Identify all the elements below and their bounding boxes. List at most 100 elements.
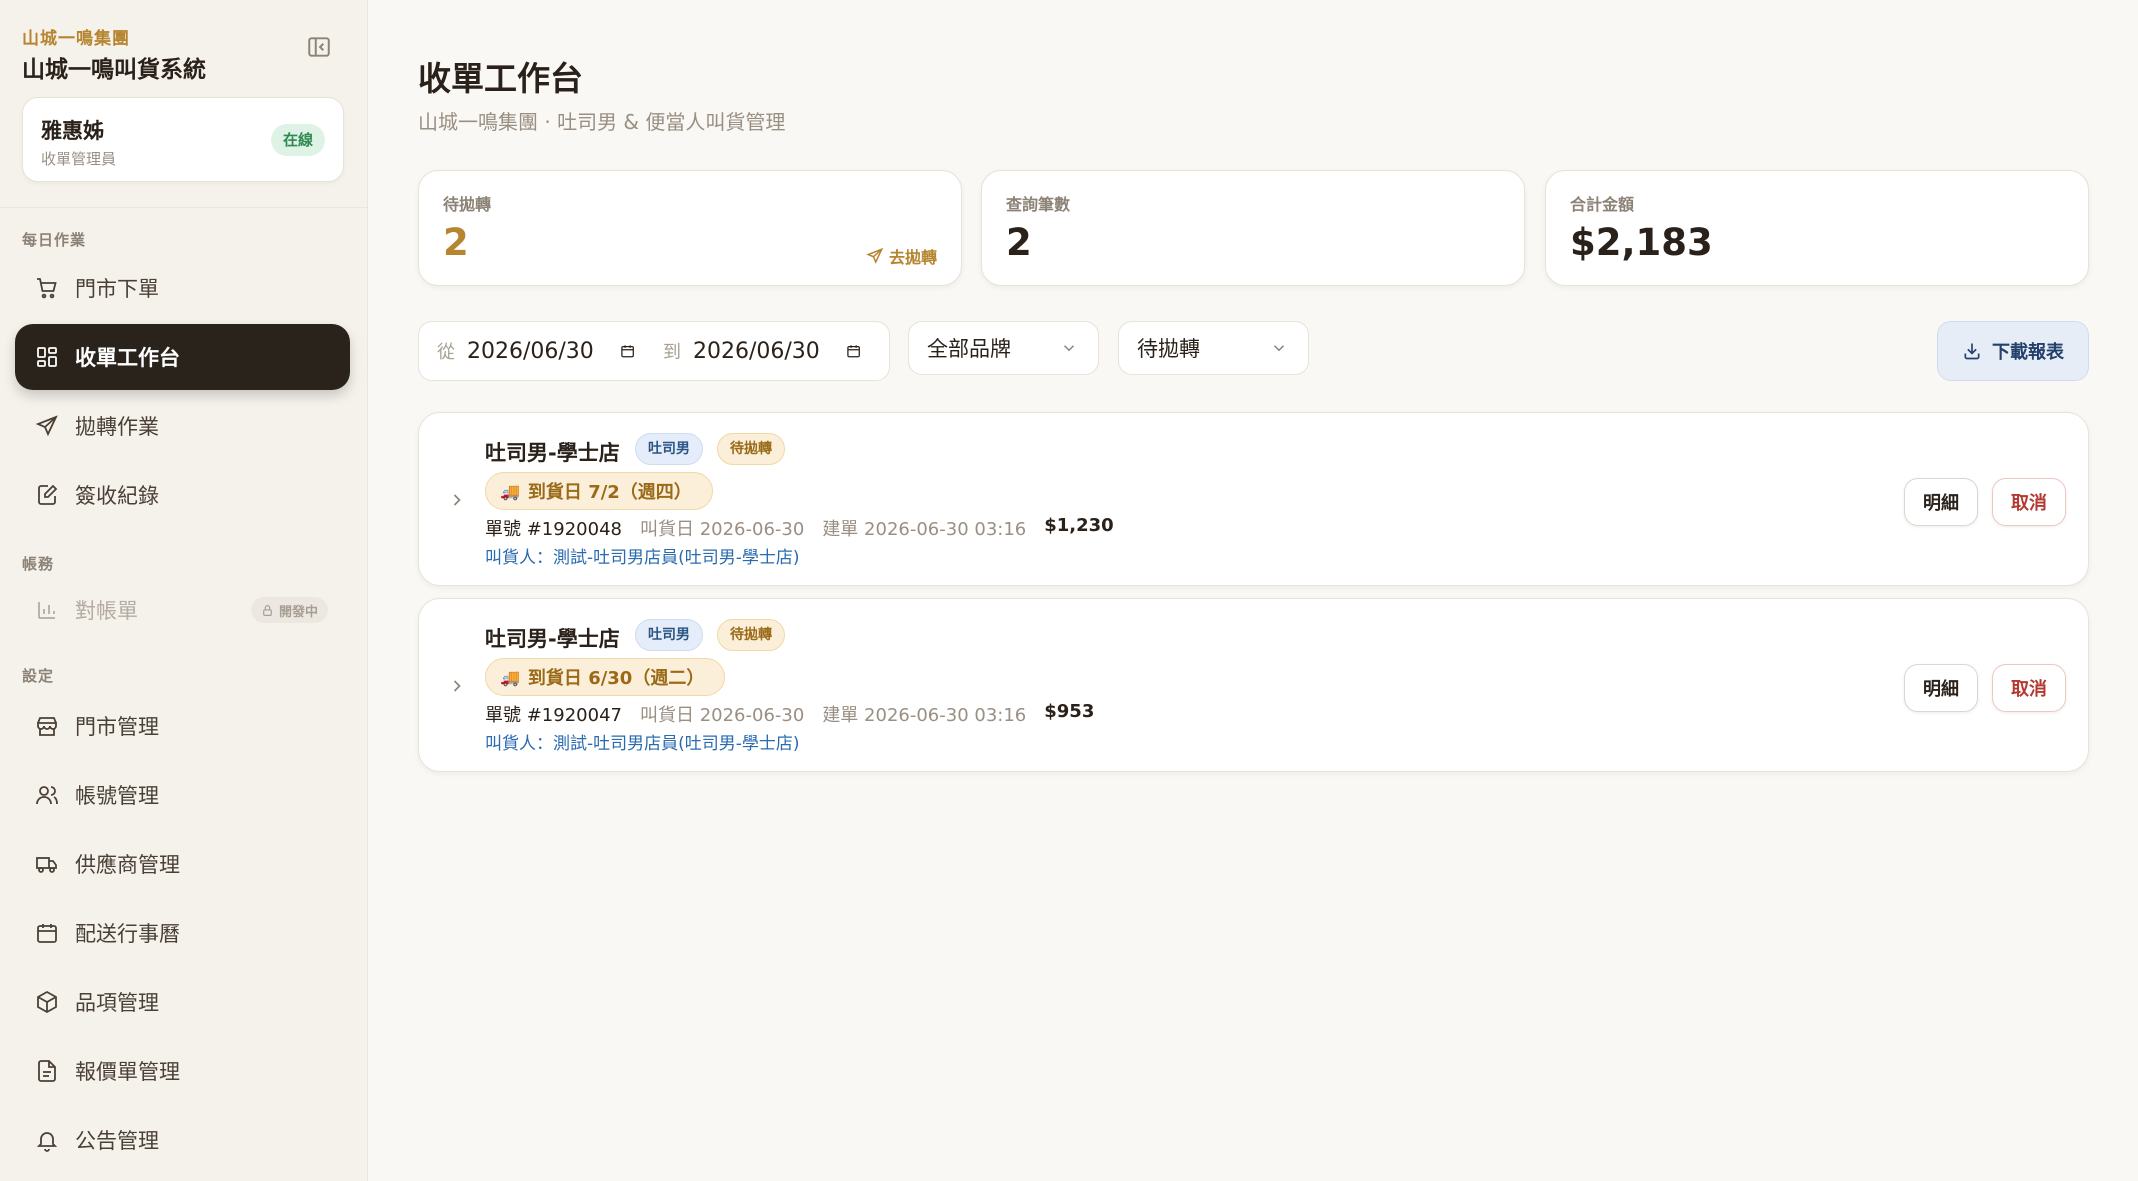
online-status-badge: 在線: [270, 124, 325, 156]
sidebar-item-store-management[interactable]: 門市管理: [15, 693, 350, 759]
order-card[interactable]: 吐司男-學士店 吐司男 待拋轉 🚚 到貨日 6/30（週二） 單號 #19200…: [418, 598, 2089, 772]
delivery-date-badge: 🚚 到貨日 7/2（週四）: [485, 472, 713, 510]
orderer-info: 叫貨人：測試-吐司男店員(吐司男-學士店): [485, 734, 800, 754]
to-label: 到: [663, 342, 681, 363]
stat-card-total-amount: 合計金額 $2,183: [1545, 170, 2089, 286]
status-tag: 待拋轉: [717, 619, 785, 651]
sidebar: 山城一鳴集團 山城一鳴叫貨系統 雅惠姊 收單管理員 在線 每日作業 門市下單 收…: [0, 0, 368, 1181]
lock-icon: [263, 604, 272, 616]
from-date-input[interactable]: 2026/06/30: [467, 339, 594, 364]
delivery-date-badge: 🚚 到貨日 6/30（週二）: [485, 658, 726, 696]
sidebar-item-product-management[interactable]: 品項管理: [15, 969, 350, 1035]
sidebar-item-label: 對帳單: [75, 599, 138, 623]
chevron-right-icon[interactable]: [447, 490, 467, 510]
in-development-badge: 開發中: [250, 597, 328, 623]
user-name: 雅惠姊: [41, 119, 104, 143]
to-date-input[interactable]: 2026/06/30: [693, 339, 820, 364]
order-store-name: 吐司男-學士店: [485, 627, 620, 651]
calendar-icon: [37, 924, 57, 943]
brand-tag: 吐司男: [635, 433, 703, 465]
chevron-down-icon: [1273, 345, 1285, 352]
order-date: 叫貨日 2026-06-30: [639, 519, 805, 540]
order-date: 叫貨日 2026-06-30: [639, 705, 805, 726]
sidebar-item-supplier-management[interactable]: 供應商管理: [15, 831, 350, 897]
go-transfer-label: 去拋轉: [888, 248, 937, 267]
detail-button[interactable]: 明細: [1904, 478, 1978, 526]
chevron-down-icon: [1063, 345, 1075, 352]
brand-tag: 吐司男: [635, 619, 703, 651]
store-icon: [37, 717, 57, 736]
download-label: 下載報表: [1992, 342, 2064, 363]
cancel-button[interactable]: 取消: [1992, 664, 2066, 712]
sidebar-item-label: 公告管理: [75, 1129, 159, 1153]
stat-card-query-count: 查詢筆數 2: [981, 170, 1525, 286]
sidebar-item-transfer[interactable]: 拋轉作業: [15, 393, 350, 459]
sidebar-item-delivery-calendar[interactable]: 配送行事曆: [15, 900, 350, 966]
sidebar-item-signoff-records[interactable]: 簽收紀錄: [15, 462, 350, 528]
stat-label: 合計金額: [1570, 195, 1635, 214]
from-label: 從: [437, 342, 455, 363]
calendar-icon[interactable]: [620, 340, 635, 362]
sidebar-item-statement: 對帳單 開發中: [15, 577, 350, 643]
users-icon: [36, 786, 58, 805]
send-icon: [35, 415, 58, 437]
created-time: 建單 2026-06-30 03:16: [822, 519, 1027, 540]
file-icon: [38, 1060, 56, 1082]
download-icon: [1964, 343, 1980, 360]
collapse-sidebar-icon[interactable]: [306, 34, 334, 62]
stat-label: 查詢筆數: [1006, 195, 1071, 214]
order-card[interactable]: 吐司男-學士店 吐司男 待拋轉 🚚 到貨日 7/2（週四） 單號 #192004…: [418, 412, 2089, 586]
sidebar-item-label: 配送行事曆: [75, 922, 180, 946]
truck-icon: 🚚: [500, 481, 520, 501]
sidebar-divider: [0, 207, 368, 208]
cart-icon: [37, 278, 57, 299]
user-card: 雅惠姊 收單管理員 在線: [22, 97, 344, 182]
sidebar-item-announcement-management[interactable]: 公告管理: [15, 1107, 350, 1173]
order-number: 單號 #1920047: [485, 705, 622, 726]
dashboard-icon: [37, 347, 57, 367]
sidebar-item-label: 報價單管理: [75, 1060, 180, 1084]
detail-button[interactable]: 明細: [1904, 664, 1978, 712]
chevron-right-icon[interactable]: [447, 676, 467, 696]
edit-doc-icon: [38, 484, 58, 505]
status-select[interactable]: 待拋轉: [1118, 321, 1309, 375]
user-role: 收單管理員: [41, 150, 117, 168]
order-meta: 單號 #1920048 叫貨日 2026-06-30 建單 2026-06-30…: [485, 515, 1114, 541]
bar-chart-icon: [38, 602, 55, 619]
sidebar-item-account-management[interactable]: 帳號管理: [15, 762, 350, 828]
status-select-value: 待拋轉: [1137, 337, 1200, 361]
cancel-button[interactable]: 取消: [1992, 478, 2066, 526]
sidebar-item-label: 拋轉作業: [75, 415, 159, 439]
brand-select[interactable]: 全部品牌: [908, 321, 1099, 375]
sidebar-item-store-order[interactable]: 門市下單: [15, 255, 350, 321]
box-icon: [37, 990, 57, 1014]
bell-icon: [36, 1132, 58, 1152]
section-daily: 每日作業: [22, 231, 87, 249]
group-name: 山城一鳴集團: [22, 29, 130, 49]
delivery-date-label: 到貨日 6/30（週二）: [527, 668, 705, 689]
stat-value: 2: [443, 221, 469, 264]
page-subtitle: 山城一鳴集團 · 吐司男 & 便當人叫貨管理: [418, 110, 786, 134]
sidebar-item-receiving-workbench[interactable]: 收單工作台: [15, 324, 350, 390]
order-number: 單號 #1920048: [485, 519, 622, 540]
go-transfer-link[interactable]: 去拋轉: [866, 244, 937, 268]
section-settings: 設定: [22, 667, 55, 685]
delivery-date-label: 到貨日 7/2（週四）: [527, 482, 692, 503]
send-icon: [866, 247, 884, 264]
date-range-filter: 從 2026/06/30 到 2026/06/30: [418, 321, 890, 381]
truck-icon: [36, 857, 57, 873]
brand-select-value: 全部品牌: [927, 337, 1011, 361]
app-title: 山城一鳴叫貨系統: [22, 57, 206, 83]
order-amount: $953: [1044, 701, 1095, 722]
sidebar-item-label: 帳號管理: [75, 784, 159, 808]
sidebar-item-quote-management[interactable]: 報價單管理: [15, 1038, 350, 1104]
orderer-info: 叫貨人：測試-吐司男店員(吐司男-學士店): [485, 548, 800, 568]
calendar-icon[interactable]: [846, 340, 861, 362]
section-accounts: 帳務: [22, 555, 55, 573]
truck-icon: 🚚: [500, 667, 520, 687]
download-report-button[interactable]: 下載報表: [1937, 321, 2089, 381]
page-title: 收單工作台: [418, 59, 583, 98]
sidebar-item-label: 供應商管理: [75, 853, 180, 877]
order-amount: $1,230: [1044, 515, 1114, 536]
order-store-name: 吐司男-學士店: [485, 441, 620, 465]
